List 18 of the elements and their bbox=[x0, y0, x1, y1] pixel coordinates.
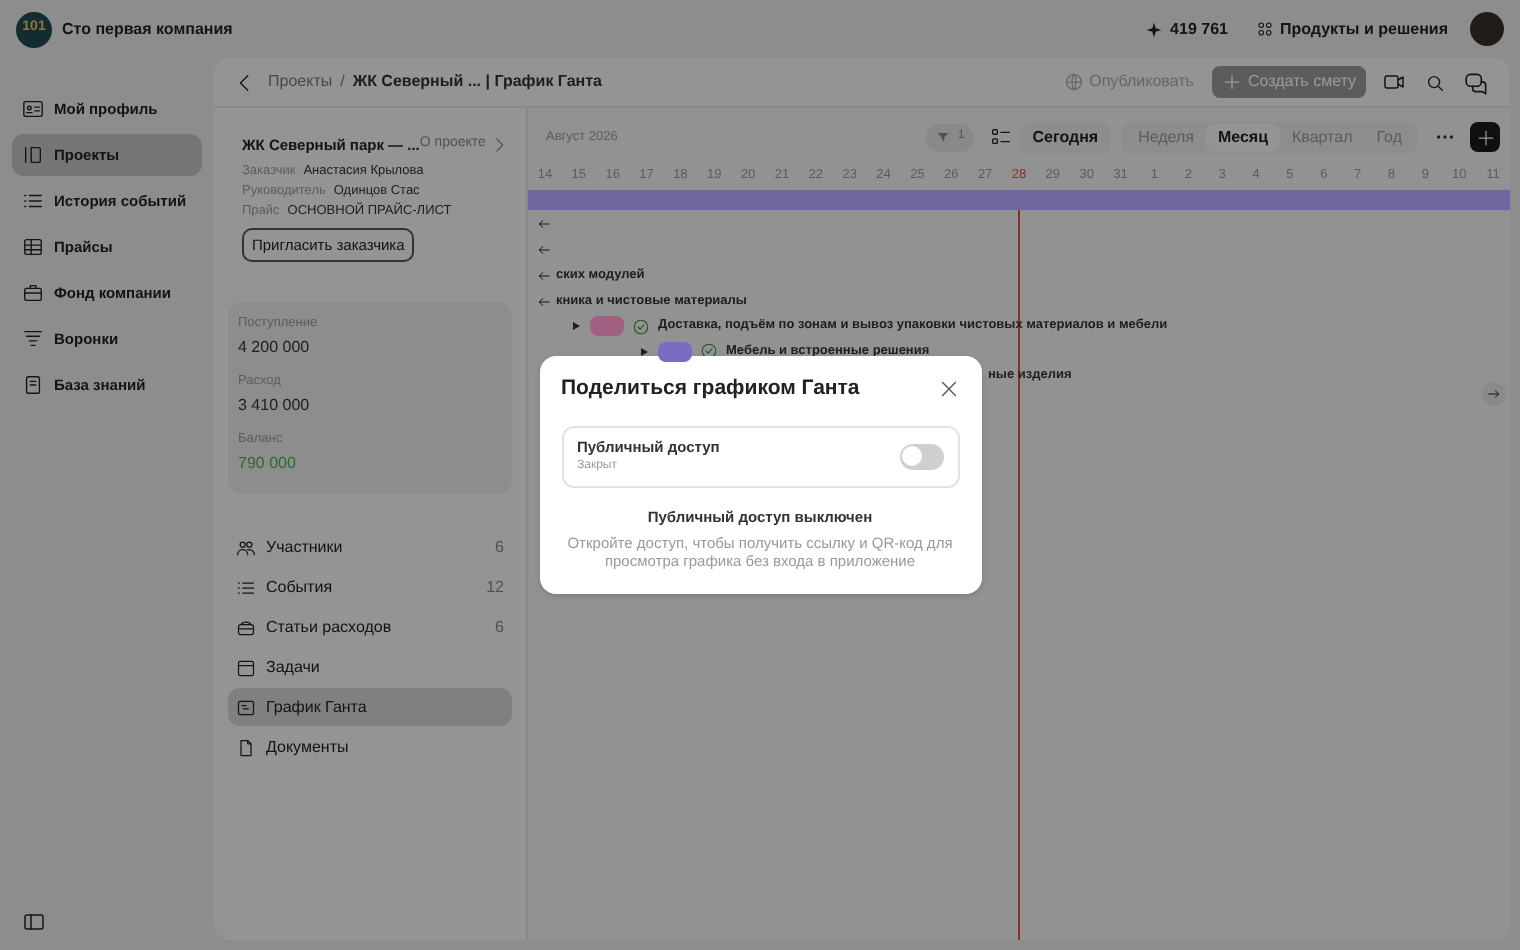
company-name: Сто первая компания bbox=[62, 17, 233, 41]
dialog-title: Поделиться графиком Ганта bbox=[561, 374, 860, 404]
breadcrumb-current: ЖК Северный ... | График Ганта bbox=[352, 70, 602, 94]
balance-text: 419 761 bbox=[1170, 17, 1228, 41]
breadcrumb-link[interactable]: Проекты bbox=[268, 70, 333, 94]
project-menu-item[interactable]: События 12 bbox=[228, 568, 512, 607]
stat-value: 4 200 000 bbox=[238, 336, 312, 361]
project-menu-item[interactable]: График Ганта bbox=[228, 688, 512, 727]
stat-value: 3 410 000 bbox=[238, 394, 312, 419]
stat-value: 790 000 bbox=[238, 452, 298, 477]
project-menu-item[interactable]: Статьи расходов 6 bbox=[228, 608, 512, 647]
scale-tab[interactable]: Месяц bbox=[1205, 123, 1281, 151]
project-menu-item[interactable]: Документы bbox=[228, 728, 512, 767]
project-menu-item[interactable]: Задачи bbox=[228, 648, 512, 687]
products-button[interactable]: Продукты и решения bbox=[1255, 17, 1448, 41]
today-button[interactable]: Сегодня bbox=[1020, 121, 1111, 153]
breadcrumb-separator: / bbox=[340, 70, 345, 94]
project-menu-item[interactable]: Участники 6 bbox=[228, 528, 512, 567]
